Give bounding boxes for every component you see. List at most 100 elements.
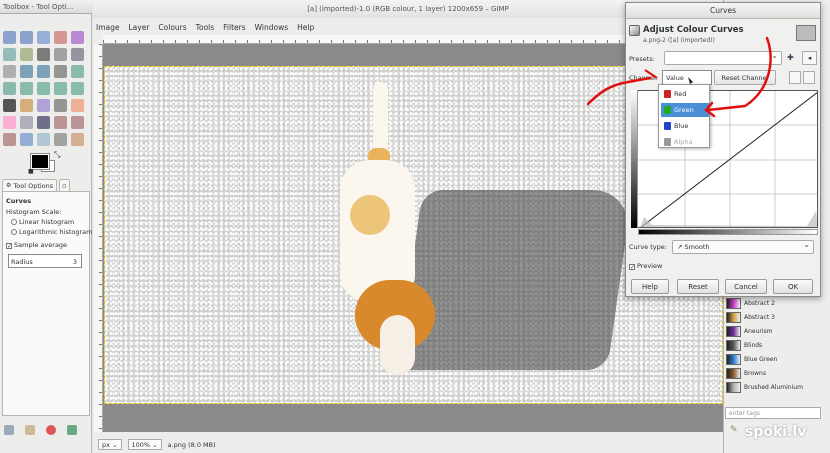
gradient-name: Brushed Aluminium	[744, 383, 803, 391]
curves-titlebar[interactable]: Curves	[626, 3, 820, 19]
curve-type-combo[interactable]: ↗ Smooth	[672, 240, 814, 254]
tab-close-icon[interactable]: ▫	[59, 179, 70, 191]
reset-label: Reset	[688, 282, 708, 291]
blend-tool-icon[interactable]	[37, 99, 50, 112]
channel-item-green[interactable]: Green	[661, 103, 709, 117]
cancel-button[interactable]: Cancel	[725, 279, 767, 294]
gradient-item[interactable]: Aneurism	[726, 324, 821, 338]
log-scale-button[interactable]	[803, 71, 815, 84]
radius-label: Radius	[11, 258, 33, 266]
radio-button[interactable]	[11, 219, 17, 225]
restore-options-icon[interactable]	[25, 425, 35, 435]
tag-input[interactable]: enter tags	[725, 407, 821, 419]
gradient-item[interactable]: Blinds	[726, 338, 821, 352]
scissors-select-tool-icon[interactable]	[3, 48, 16, 61]
linear-histogram-radio[interactable]: Linear histogram	[11, 218, 74, 226]
zoom-tool-icon[interactable]	[71, 48, 84, 61]
free-select-tool-icon[interactable]	[37, 31, 50, 44]
blur-tool-icon[interactable]	[20, 133, 33, 146]
dodge-burn-tool-icon[interactable]	[54, 133, 67, 146]
sample-average-checkbox[interactable]: ✓ Sample average	[6, 241, 67, 250]
swap-colors-icon[interactable]: ⤡	[54, 150, 60, 160]
paintbrush-tool-icon[interactable]	[71, 99, 84, 112]
radius-field[interactable]: Radius 3	[8, 254, 82, 268]
add-preset-icon[interactable]: ✚	[787, 53, 794, 62]
menu-colours[interactable]: Colours	[158, 23, 186, 32]
reset-channel-button[interactable]: Reset Channel	[714, 70, 776, 85]
edit-gradient-icon[interactable]: ✎	[730, 425, 738, 435]
checkbox-checked[interactable]: ✓	[629, 264, 635, 271]
help-button[interactable]: Help	[631, 279, 669, 294]
pencil-tool-icon[interactable]	[54, 99, 67, 112]
scale-tool-icon[interactable]	[3, 82, 16, 95]
radio-button[interactable]	[11, 229, 17, 235]
flip-tool-icon[interactable]	[54, 82, 67, 95]
foreground-color-swatch[interactable]	[30, 153, 50, 170]
gradient-item[interactable]: Abstract 2	[726, 296, 821, 310]
gradient-item[interactable]: Abstract 3	[726, 310, 821, 324]
gradient-item[interactable]: Blue Green	[726, 352, 821, 366]
gradient-item[interactable]: Brushed Aluminium	[726, 380, 821, 394]
bucket-fill-tool-icon[interactable]	[20, 99, 33, 112]
clone-tool-icon[interactable]	[54, 116, 67, 129]
by-color-select-tool-icon[interactable]	[71, 31, 84, 44]
unit-select[interactable]: px ⌄	[98, 439, 122, 450]
menu-bar: Image Layer Colours Tools Filters Windows Help	[93, 20, 314, 34]
menu-filters[interactable]: Filters	[223, 23, 245, 32]
text-tool-icon[interactable]	[3, 99, 16, 112]
checkbox-checked[interactable]: ✓	[6, 243, 12, 250]
default-colors-icon[interactable]: ■	[28, 168, 34, 175]
cage-transform-tool-icon[interactable]	[71, 82, 84, 95]
shear-tool-icon[interactable]	[20, 82, 33, 95]
heal-tool-icon[interactable]	[71, 116, 84, 129]
color-picker-tool-icon[interactable]	[54, 48, 67, 61]
airbrush-tool-icon[interactable]	[20, 116, 33, 129]
reset-button[interactable]: Reset	[677, 279, 719, 294]
delete-options-icon[interactable]	[46, 425, 56, 435]
menu-image[interactable]: Image	[96, 23, 120, 32]
foreground-select-tool-icon[interactable]	[20, 48, 33, 61]
presets-combo[interactable]	[664, 51, 782, 65]
rect-select-tool-icon[interactable]	[3, 31, 16, 44]
status-text: a.png (8.0 MB)	[167, 440, 216, 449]
toolbox-titlebar: Toolbox - Tool Opti...	[0, 0, 92, 14]
channel-item-red[interactable]: Red	[661, 87, 709, 101]
perspective-tool-icon[interactable]	[37, 82, 50, 95]
smudge-tool-icon[interactable]	[37, 133, 50, 146]
gradient-item[interactable]: Browns	[726, 366, 821, 380]
log-histogram-radio[interactable]: Logarithmic histogram	[11, 228, 92, 236]
save-options-icon[interactable]	[4, 425, 14, 435]
align-tool-icon[interactable]	[37, 65, 50, 78]
menu-windows[interactable]: Windows	[255, 23, 288, 32]
tool-grid	[3, 31, 89, 150]
rotate-tool-icon[interactable]	[71, 65, 84, 78]
preset-menu-icon[interactable]: ◂	[802, 51, 817, 65]
mypaint-brush-tool-icon[interactable]	[71, 133, 84, 146]
channel-combo[interactable]: Value	[662, 70, 712, 85]
crop-tool-icon[interactable]	[54, 65, 67, 78]
eraser-tool-icon[interactable]	[3, 116, 16, 129]
measure-tool-icon[interactable]	[3, 65, 16, 78]
tab-tool-options[interactable]: ⚙ Tool Options	[2, 179, 58, 191]
menu-tools[interactable]: Tools	[196, 23, 214, 32]
menu-help[interactable]: Help	[297, 23, 314, 32]
channel-item-blue[interactable]: Blue	[661, 119, 709, 133]
channel-label: Channel:	[629, 74, 658, 82]
ok-button[interactable]: OK	[773, 279, 813, 294]
ellipse-select-tool-icon[interactable]	[20, 31, 33, 44]
move-tool-icon[interactable]	[20, 65, 33, 78]
vertical-ruler[interactable]	[94, 44, 103, 432]
reset-options-icon[interactable]	[67, 425, 77, 435]
fuzzy-select-tool-icon[interactable]	[54, 31, 67, 44]
preview-checkbox[interactable]: ✓ Preview	[629, 262, 662, 271]
ink-tool-icon[interactable]	[37, 116, 50, 129]
zoom-select[interactable]: 100% ⌄	[127, 439, 162, 450]
perspective-clone-tool-icon[interactable]	[3, 133, 16, 146]
curve-type-label: Curve type:	[629, 243, 667, 251]
horizontal-gradient-bar	[638, 229, 818, 235]
channel-item-alpha[interactable]: Alpha	[661, 135, 709, 149]
linear-scale-button[interactable]	[789, 71, 801, 84]
curves-heading: Adjust Colour Curves	[643, 25, 744, 35]
paths-tool-icon[interactable]	[37, 48, 50, 61]
menu-layer[interactable]: Layer	[129, 23, 150, 32]
